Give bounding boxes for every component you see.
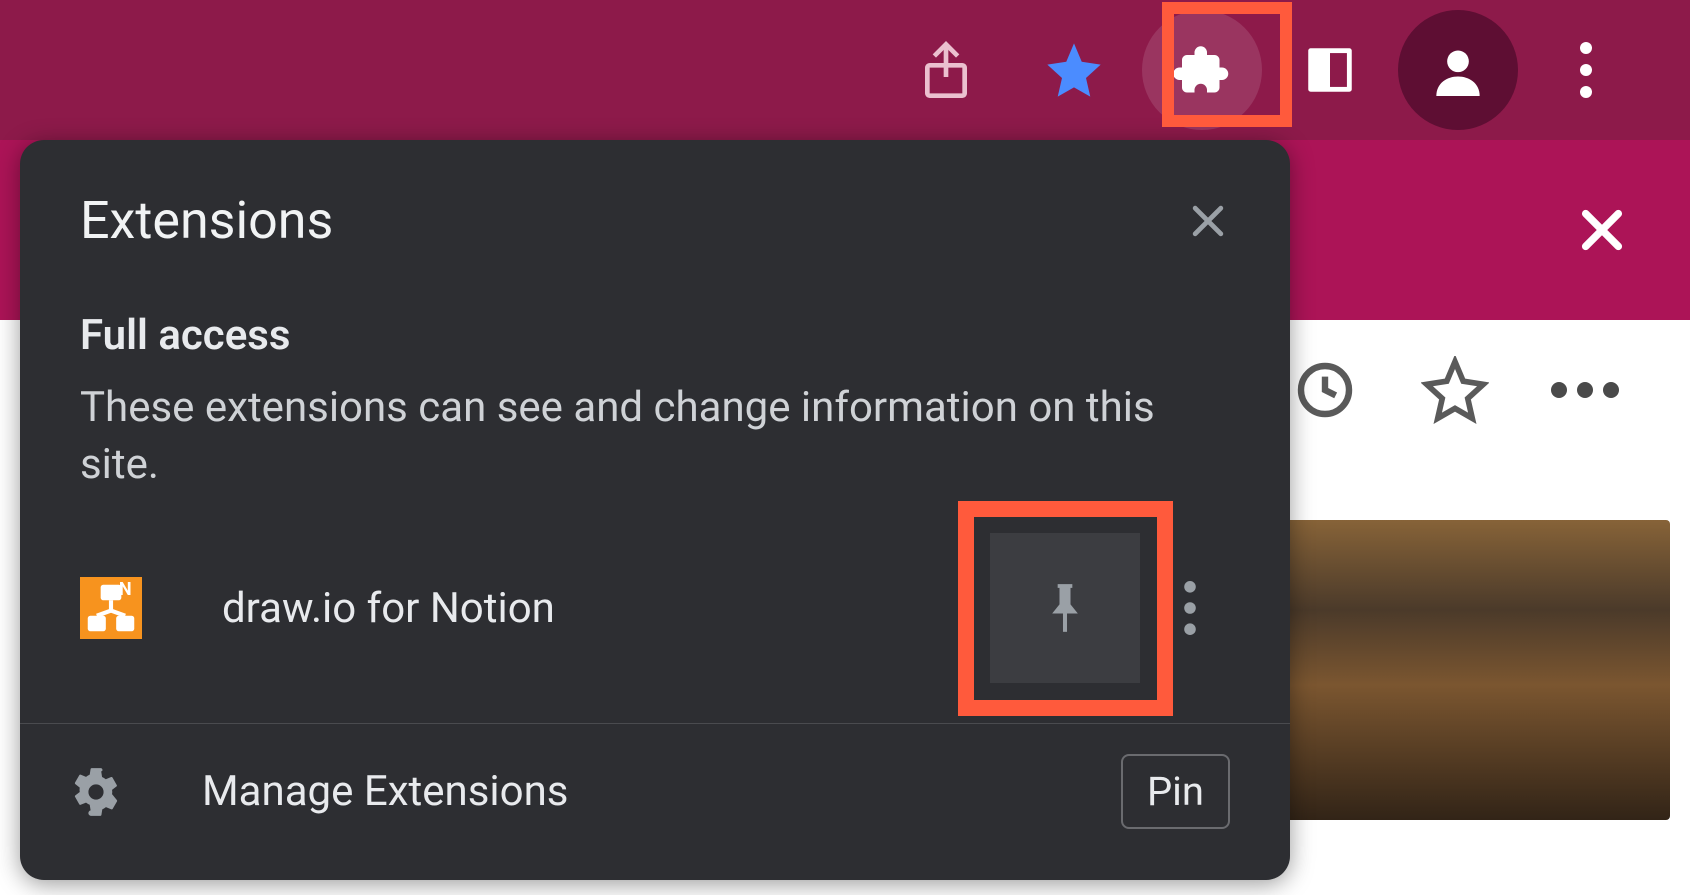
section-heading: Full access: [80, 311, 1230, 360]
favorite-button[interactable]: [1410, 345, 1500, 435]
extension-more-button[interactable]: [1183, 581, 1197, 635]
reader-icon: [1301, 41, 1359, 99]
share-icon: [918, 39, 974, 101]
extensions-popup: Extensions Full access These extensions …: [20, 140, 1290, 880]
extensions-button-highlight: [1162, 2, 1292, 127]
star-outline-icon: [1421, 356, 1489, 424]
close-icon: [1574, 202, 1630, 258]
profile-icon: [1432, 44, 1484, 96]
pin-tooltip: Pin: [1121, 754, 1230, 829]
banner-close-button[interactable]: [1574, 202, 1630, 258]
popup-footer: Manage Extensions Pin: [20, 724, 1290, 859]
manage-extensions-link[interactable]: Manage Extensions: [202, 767, 1121, 816]
page-more-button[interactable]: [1540, 345, 1630, 435]
drawio-icon: N: [80, 577, 142, 639]
star-icon: [1042, 38, 1106, 102]
menu-vertical-icon: [1579, 42, 1593, 98]
history-button[interactable]: [1280, 345, 1370, 435]
extension-row[interactable]: N draw.io for Notion: [20, 493, 1290, 723]
section-description: These extensions can see and change info…: [80, 380, 1230, 493]
close-icon: [1186, 199, 1230, 243]
popup-title: Extensions: [80, 190, 333, 251]
pin-button-highlight: [958, 501, 1173, 716]
profile-button[interactable]: [1398, 10, 1518, 130]
manage-extensions-gear[interactable]: [70, 766, 122, 818]
share-button[interactable]: [886, 10, 1006, 130]
more-vertical-icon: [1183, 581, 1197, 635]
svg-text:N: N: [119, 579, 132, 600]
popup-close-button[interactable]: [1186, 199, 1230, 243]
more-horizontal-icon: [1551, 381, 1619, 399]
browser-toolbar: [0, 0, 1690, 140]
browser-menu-button[interactable]: [1526, 10, 1646, 130]
clock-icon: [1293, 358, 1357, 422]
extension-name: draw.io for Notion: [222, 584, 990, 633]
gear-icon: [70, 766, 122, 818]
bookmark-star-button[interactable]: [1014, 10, 1134, 130]
